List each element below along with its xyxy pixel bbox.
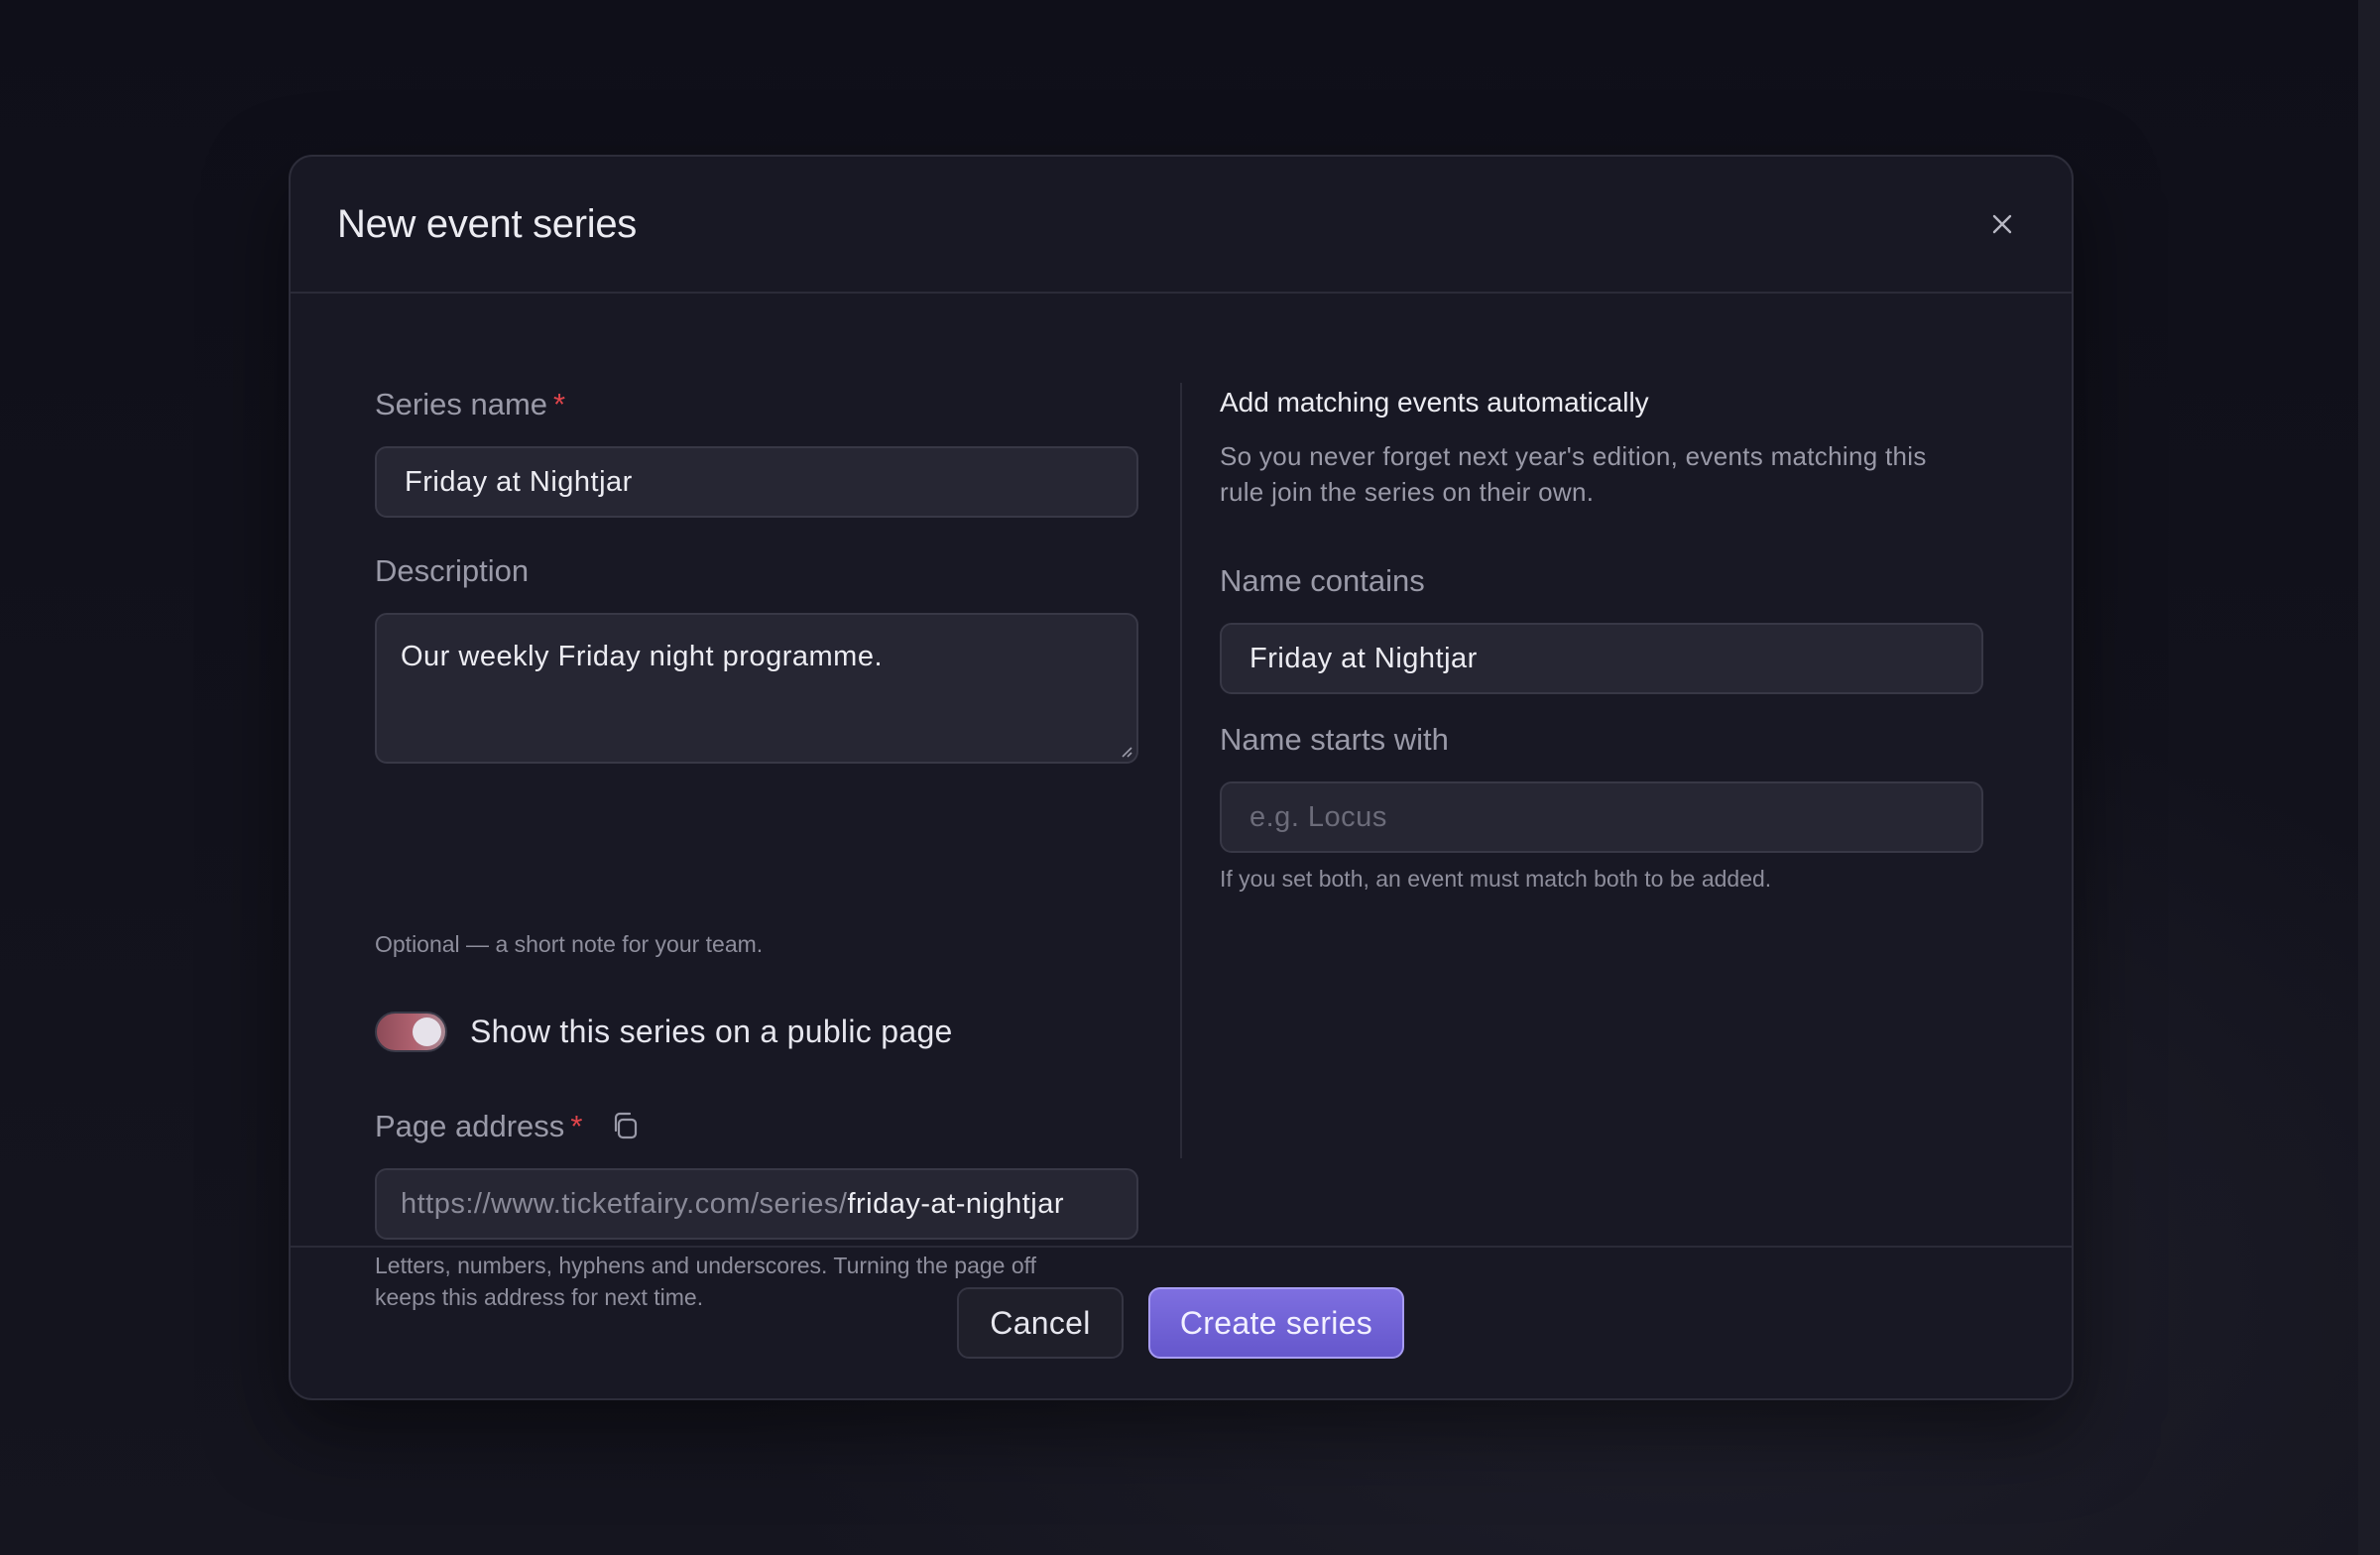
- required-mark: *: [553, 387, 566, 421]
- name-contains-label: Name contains: [1220, 563, 1425, 598]
- dialog-title: New event series: [337, 202, 637, 246]
- scrollbar-track[interactable]: [2358, 0, 2380, 1555]
- auto-match-title: Add matching events automatically: [1220, 387, 1649, 418]
- series-name-label: Series name *: [375, 387, 566, 421]
- close-button[interactable]: [1986, 208, 2018, 240]
- copy-icon[interactable]: [609, 1109, 643, 1142]
- description-hint: Optional — a short note for your team.: [375, 931, 764, 957]
- close-icon: [1992, 214, 2012, 234]
- url-slug: friday-at-nightjar: [847, 1187, 1064, 1220]
- name-contains-input[interactable]: Friday at Nightjar: [1220, 623, 1983, 694]
- auto-match-description: So you never forget next year's edition,…: [1220, 438, 1983, 510]
- public-page-toggle-label: Show this series on a public page: [470, 1014, 953, 1049]
- resize-grip-icon[interactable]: [1119, 744, 1132, 758]
- description-value: Our weekly Friday night programme.: [401, 641, 883, 672]
- description-textarea[interactable]: Our weekly Friday night programme.: [375, 613, 1138, 764]
- description-label: Description: [375, 553, 530, 588]
- required-mark: *: [570, 1109, 583, 1143]
- page-address-label: Page address *: [375, 1109, 583, 1143]
- public-page-toggle[interactable]: [375, 1012, 447, 1052]
- auto-match-hint: If you set both, an event must match bot…: [1220, 866, 1772, 892]
- url-prefix: https://www.ticketfairy.com/series/: [401, 1187, 848, 1220]
- new-event-series-dialog: New event series Series name * Friday at …: [289, 155, 2074, 1400]
- dialog-header: New event series: [291, 157, 2072, 294]
- column-divider: [1180, 383, 1182, 1158]
- create-series-button[interactable]: Create series: [1148, 1287, 1404, 1359]
- name-starts-with-input[interactable]: e.g. Locus: [1220, 781, 1983, 853]
- cancel-button[interactable]: Cancel: [957, 1287, 1124, 1359]
- dialog-footer: Cancel Create series: [291, 1246, 2072, 1402]
- auto-match-description-line: So you never forget next year's edition,…: [1220, 441, 1927, 471]
- page-address-input[interactable]: https://www.ticketfairy.com/series/frida…: [375, 1168, 1138, 1240]
- name-starts-with-label: Name starts with: [1220, 722, 1449, 757]
- auto-match-description-line: rule join the series on their own.: [1220, 477, 1595, 507]
- toggle-knob: [413, 1017, 441, 1046]
- series-name-input[interactable]: Friday at Nightjar: [375, 446, 1138, 518]
